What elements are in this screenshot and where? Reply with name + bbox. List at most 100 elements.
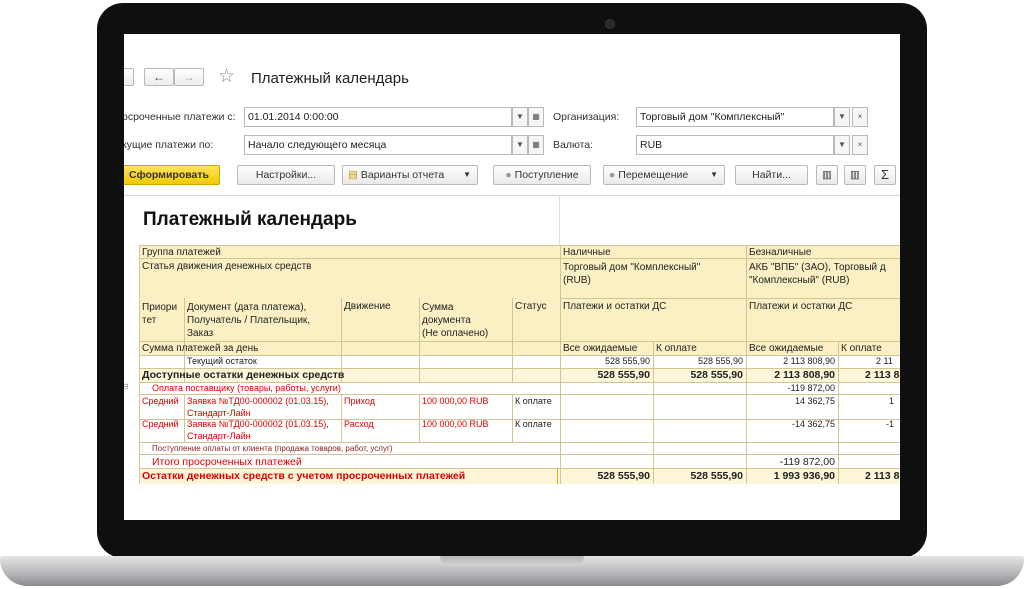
report-top-border bbox=[124, 195, 900, 196]
doc2-movement: Расход bbox=[344, 419, 374, 429]
grid-line bbox=[512, 355, 513, 382]
overdue-date-field[interactable]: 01.01.2014 0:00:00 bbox=[244, 107, 512, 127]
current-label: кущие платежи по: bbox=[124, 139, 214, 151]
doc1-amount: 100 000,00 RUB bbox=[422, 396, 489, 406]
current-balance-cash-topay: 528 555,90 bbox=[697, 356, 743, 366]
clear-icon[interactable]: × bbox=[852, 135, 868, 155]
amount-header: Сумма документа (Не оплачено) bbox=[422, 301, 488, 340]
cash-expected-header: Все ожидаемые bbox=[563, 343, 638, 354]
group-header: Группа платежей bbox=[142, 247, 221, 258]
grid-line bbox=[139, 258, 900, 259]
current-balance-noncash-expected: 2 113 808,90 bbox=[783, 356, 835, 366]
clear-icon[interactable]: × bbox=[852, 107, 868, 127]
daily-total-header: Сумма платежей за день bbox=[142, 343, 259, 354]
noncash-topay-header: К оплате bbox=[841, 343, 882, 354]
window-title: Платежный календарь bbox=[251, 70, 409, 87]
calendar-icon[interactable]: ▦ bbox=[528, 107, 544, 127]
income-label: Поступление bbox=[514, 169, 579, 181]
doc1-document-line: Заявка №ТД00-000002 (01.03.15), bbox=[187, 396, 329, 406]
forward-button[interactable]: → bbox=[174, 68, 204, 86]
dropdown-arrow-icon[interactable]: ▼ bbox=[834, 135, 850, 155]
grid-line bbox=[139, 245, 900, 246]
client-income-label: Поступление оплаты от клиента (продажа т… bbox=[152, 444, 393, 453]
cash-header: Наличные bbox=[563, 247, 611, 258]
noncash-sub-header: Платежи и остатки ДС bbox=[749, 301, 853, 312]
transfer-button[interactable]: ● Перемещение ▼ bbox=[603, 165, 725, 185]
currency-field[interactable]: RUB bbox=[636, 135, 834, 155]
current-balance-noncash-topay: 2 11 bbox=[876, 356, 893, 366]
doc2-noncash-topay: -1 bbox=[886, 419, 895, 429]
noncash-expected-header: Все ожидаемые bbox=[749, 343, 824, 354]
report-title: Платежный календарь bbox=[143, 209, 357, 230]
cash-org-line: (RUB) bbox=[563, 275, 591, 286]
doc2-noncash-expected: -14 362,75 bbox=[791, 419, 835, 429]
currency-label: Валюта: bbox=[553, 139, 594, 151]
current-balance-label: Текущий остаток bbox=[187, 356, 257, 366]
priority-header: Приори тет bbox=[142, 301, 177, 327]
org-field[interactable]: Торговый дом "Комплексный" bbox=[636, 107, 834, 127]
grid-line bbox=[560, 298, 900, 299]
folder-icon: ▤ bbox=[348, 169, 358, 181]
overdue-label: рсроченные платежи с: bbox=[124, 111, 236, 123]
print-icon[interactable]: ▥ bbox=[816, 165, 838, 185]
available-noncash-topay: 2 113 8 bbox=[865, 369, 900, 381]
doc1-movement: Приход bbox=[344, 396, 375, 406]
document-header-line: Заказ bbox=[187, 328, 214, 339]
available-noncash-expected: 2 113 808,90 bbox=[774, 369, 835, 381]
collapse-icon[interactable]: ⊟ bbox=[124, 382, 129, 391]
supplier-payment-noncash-expected: -119 872,00 bbox=[787, 383, 835, 393]
dropdown-arrow-icon: ▼ bbox=[710, 170, 718, 179]
org-label: Организация: bbox=[553, 111, 620, 123]
find-button[interactable]: Найти... bbox=[735, 165, 808, 185]
dropdown-arrow-icon[interactable]: ▼ bbox=[512, 135, 528, 155]
transfer-label: Перемещение bbox=[618, 169, 689, 181]
final-cash-topay: 528 555,90 bbox=[690, 470, 743, 482]
doc2-document-line: Стандарт-Лайн bbox=[187, 431, 251, 441]
document-header-line: Получатель / Плательщик, bbox=[187, 315, 311, 326]
noncash-org-line: "Комплексный" (RUB) bbox=[749, 275, 850, 286]
star-icon[interactable]: ☆ bbox=[218, 65, 235, 88]
grid-line bbox=[139, 341, 900, 342]
grid-line bbox=[341, 394, 342, 442]
grid-line bbox=[184, 394, 185, 442]
available-label: Доступные остатки денежных средств bbox=[142, 369, 345, 381]
menu-stub-button[interactable] bbox=[124, 68, 134, 86]
dropdown-arrow-icon[interactable]: ▼ bbox=[512, 107, 528, 127]
generate-button[interactable]: Сформировать bbox=[124, 165, 220, 185]
dropdown-arrow-icon[interactable]: ▼ bbox=[834, 107, 850, 127]
back-button[interactable]: ← bbox=[144, 68, 174, 86]
grid-line bbox=[419, 355, 420, 382]
article-header: Статья движения денежных средств bbox=[142, 261, 312, 272]
sum-icon[interactable]: Σ bbox=[874, 165, 896, 185]
final-balance-label: Остатки денежных средств с учетом просро… bbox=[142, 470, 466, 482]
coin-icon: ● bbox=[505, 169, 512, 181]
amount-header-line: документа bbox=[422, 315, 471, 326]
arrow-left-icon: ← bbox=[153, 70, 165, 84]
arrow-right-icon: → bbox=[183, 70, 195, 84]
noncash-org-header: АКБ "ВПБ" (ЗАО), Торговый д "Комплексный… bbox=[749, 261, 886, 287]
final-noncash-topay: 2 113 8 bbox=[865, 470, 900, 482]
print-preview-icon[interactable]: ▥ bbox=[844, 165, 866, 185]
grid-line bbox=[139, 442, 900, 443]
select-icon[interactable]: ▦ bbox=[528, 135, 544, 155]
current-period-field[interactable]: Начало следующего месяца bbox=[244, 135, 512, 155]
grid-line bbox=[512, 298, 513, 355]
document-header-line: Документ (дата платежа), bbox=[187, 302, 307, 313]
report-variants-label: Варианты отчета bbox=[360, 169, 445, 181]
movement-header: Движение bbox=[344, 301, 391, 312]
dropdown-arrow-icon: ▼ bbox=[463, 170, 471, 179]
doc2-amount: 100 000,00 RUB bbox=[422, 419, 489, 429]
doc1-document-link[interactable]: Заявка №ТД00-000002 (01.03.15), Стандарт… bbox=[187, 395, 329, 419]
grid-line bbox=[557, 468, 558, 484]
grid-line bbox=[139, 468, 900, 469]
grid-line bbox=[341, 298, 342, 355]
report-variants-button[interactable]: ▤ Варианты отчета ▼ bbox=[342, 165, 478, 185]
grid-line bbox=[419, 394, 420, 442]
cash-org-header: Торговый дом "Комплексный" (RUB) bbox=[563, 261, 700, 287]
doc2-document-link[interactable]: Заявка №ТД00-000002 (01.03.15), Стандарт… bbox=[187, 418, 329, 442]
laptop-notch bbox=[440, 556, 584, 566]
income-button[interactable]: ● Поступление bbox=[493, 165, 591, 185]
doc1-priority: Средний bbox=[142, 396, 179, 406]
final-noncash-expected: 1 993 936,90 bbox=[773, 470, 835, 482]
settings-button[interactable]: Настройки... bbox=[237, 165, 335, 185]
